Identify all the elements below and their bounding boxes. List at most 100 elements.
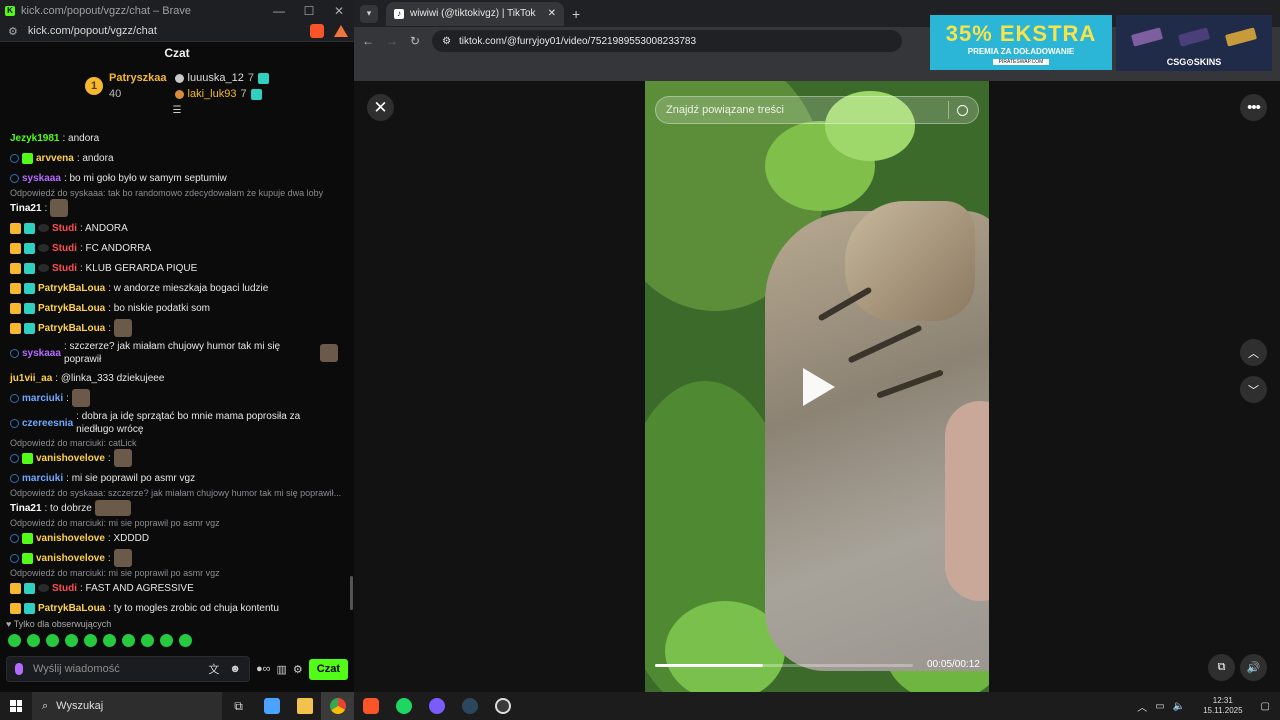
minimize-button[interactable]: — xyxy=(264,4,294,18)
settings-gear-icon[interactable]: ⚙ xyxy=(293,663,303,676)
chat-username[interactable]: Studi xyxy=(52,243,77,254)
pirateswap-ad[interactable]: 35% EKSTRA PREMIA ZA DOŁADOWANIE PIRATES… xyxy=(930,15,1112,70)
chat-input[interactable]: Wyślij wiadomość 文 ☻ xyxy=(6,656,250,682)
site-info-icon[interactable]: ⚙ xyxy=(8,25,18,38)
emote-icon[interactable] xyxy=(27,634,40,647)
chat-username[interactable]: Tina21 xyxy=(10,503,42,514)
reply-context[interactable]: Odpowiedź do syskaaa: szczerze? jak miał… xyxy=(0,488,348,498)
chat-message[interactable]: arvvena: andora xyxy=(0,148,348,168)
discord-icon[interactable] xyxy=(420,692,453,720)
forward-icon[interactable]: → xyxy=(386,34,398,48)
task-view-icon[interactable]: ⧉ xyxy=(222,692,255,720)
chat-username[interactable]: syskaaa xyxy=(22,347,61,360)
chat-message[interactable]: Studi: FAST AND AGRESSIVE xyxy=(0,578,348,598)
brave-shield-icon[interactable] xyxy=(310,24,324,38)
chat-username[interactable]: marciuki xyxy=(22,393,63,404)
chat-message[interactable]: Jezyk1981: andora xyxy=(0,128,348,148)
chat-message[interactable]: vanishovelove: xyxy=(0,448,348,468)
chat-username[interactable]: Studi xyxy=(52,583,77,594)
emote-icon[interactable] xyxy=(103,634,116,647)
tab-search-button[interactable]: ▾ xyxy=(360,4,378,23)
related-search-box[interactable]: Znajdź powiązane treści xyxy=(655,96,979,124)
chat-message[interactable]: Studi: FC ANDORRA xyxy=(0,238,348,258)
chat-username[interactable]: Studi xyxy=(52,263,77,274)
brave-rewards-icon[interactable] xyxy=(334,25,348,37)
chat-message[interactable]: Tina21: xyxy=(0,198,348,218)
chat-username[interactable]: Jezyk1981 xyxy=(10,133,60,144)
chat-username[interactable]: Tina21 xyxy=(10,203,42,214)
obs-icon[interactable] xyxy=(486,692,519,720)
sort-icon[interactable]: ☰ xyxy=(0,106,354,116)
emoji-icon[interactable]: ☻ xyxy=(229,663,241,675)
chat-message[interactable]: PatrykBaLoua: ty to mogles zrobic od chu… xyxy=(0,598,348,616)
clock[interactable]: 12:31 15.11.2025 xyxy=(1203,696,1242,716)
chat-username[interactable]: PatrykBaLoua xyxy=(38,323,105,334)
chat-message[interactable]: czereesnia: dobra ja idę sprzątać bo mni… xyxy=(0,408,348,438)
emote-icon[interactable] xyxy=(84,634,97,647)
reply-context[interactable]: Odpowiedź do marciuki: catLick xyxy=(0,438,348,448)
csgoskins-ad[interactable]: CSG⊙SKINS xyxy=(1116,15,1272,71)
chat-username[interactable]: czereesnia xyxy=(22,417,73,430)
tab-tiktok[interactable]: ♪ wiwiwi (@tiktokivgz) | TikTok ✕ xyxy=(386,1,564,26)
chat-message[interactable]: ju1vii_aa: @linka_333 dziekujeee xyxy=(0,368,348,388)
site-info-icon[interactable]: ⚙ xyxy=(442,36,451,47)
video-progress-bar[interactable] xyxy=(655,664,913,667)
chat-username[interactable]: marciuki xyxy=(22,473,63,484)
emote-icon[interactable] xyxy=(8,634,21,647)
emote-icon[interactable] xyxy=(141,634,154,647)
leaderboard-first[interactable]: 1 Patryszkaa 40 xyxy=(85,72,167,100)
file-explorer-icon[interactable] xyxy=(288,692,321,720)
emote-icon[interactable] xyxy=(179,634,192,647)
reply-context[interactable]: Odpowiedź do marciuki: mi sie poprawil p… xyxy=(0,518,348,528)
kick-url[interactable]: kick.com/popout/vgzz/chat xyxy=(28,25,310,37)
chat-message[interactable]: PatrykBaLoua: xyxy=(0,318,348,338)
notifications-icon[interactable]: ▢ xyxy=(1261,701,1270,712)
chat-username[interactable]: PatrykBaLoua xyxy=(38,283,105,294)
mic-icon[interactable] xyxy=(15,663,23,675)
reply-context[interactable]: Odpowiedź do syskaaa: tak bo randomowo z… xyxy=(0,188,348,198)
back-icon[interactable]: ← xyxy=(362,34,374,48)
chat-message[interactable]: Studi: ANDORA xyxy=(0,218,348,238)
new-tab-button[interactable]: + xyxy=(572,6,580,22)
taskbar-search[interactable]: ⌕ Wyszukaj xyxy=(32,692,222,720)
previous-video-button[interactable]: ︿ xyxy=(1240,339,1267,366)
translate-icon[interactable]: 文 xyxy=(208,661,219,677)
chat-username[interactable]: Studi xyxy=(52,223,77,234)
chat-username[interactable]: vanishovelove xyxy=(36,533,105,544)
emote-icon[interactable] xyxy=(46,634,59,647)
chat-message[interactable]: PatrykBaLoua: bo niskie podatki som xyxy=(0,298,348,318)
play-icon[interactable] xyxy=(803,368,835,406)
start-button[interactable] xyxy=(0,692,32,720)
leaderboard-row[interactable]: luuuska_12 7 xyxy=(174,72,269,84)
network-icon[interactable]: ▭ xyxy=(1155,701,1164,712)
reply-context[interactable]: Odpowiedź do marciuki: mi sie poprawil p… xyxy=(0,568,348,578)
brave-icon[interactable] xyxy=(354,692,387,720)
send-chat-button[interactable]: Czat xyxy=(308,658,348,680)
chrome-icon[interactable] xyxy=(321,692,354,720)
pip-button[interactable]: ⧉ xyxy=(1208,654,1235,681)
tray-chevron-icon[interactable]: ︿ xyxy=(1137,699,1147,714)
emote-icon[interactable] xyxy=(122,634,135,647)
chat-message[interactable]: vanishovelove: xyxy=(0,548,348,568)
tab-close-icon[interactable]: ✕ xyxy=(548,8,556,19)
chat-message[interactable]: syskaaa: bo mi goło było w samym septumi… xyxy=(0,168,348,188)
chat-username[interactable]: ju1vii_aa xyxy=(10,373,52,384)
chat-username[interactable]: vanishovelove xyxy=(36,453,105,464)
close-window-button[interactable]: ✕ xyxy=(324,4,354,18)
chat-message[interactable]: vanishovelove: XDDDD xyxy=(0,528,348,548)
chat-message[interactable]: PatrykBaLoua: w andorze mieszkaja bogaci… xyxy=(0,278,348,298)
video-player[interactable]: Znajdź powiązane treści 00:05/00:12 xyxy=(645,81,989,692)
maximize-button[interactable]: ☐ xyxy=(294,4,324,18)
reload-icon[interactable]: ↻ xyxy=(410,34,420,48)
store-icon[interactable]: ▥ xyxy=(276,663,286,676)
chat-message[interactable]: marciuki: mi sie poprawil po asmr vgz xyxy=(0,468,348,488)
volume-button[interactable]: 🔊 xyxy=(1240,654,1267,681)
spotify-icon[interactable] xyxy=(387,692,420,720)
chat-username[interactable]: PatrykBaLoua xyxy=(38,303,105,314)
chat-username[interactable]: PatrykBaLoua xyxy=(38,603,105,614)
chat-username[interactable]: syskaaa xyxy=(22,173,61,184)
close-video-button[interactable]: ✕ xyxy=(367,94,394,121)
emote-icon[interactable] xyxy=(65,634,78,647)
chat-username[interactable]: arvvena xyxy=(36,153,74,164)
leaderboard-row[interactable]: laki_luk93 7 xyxy=(174,88,269,100)
